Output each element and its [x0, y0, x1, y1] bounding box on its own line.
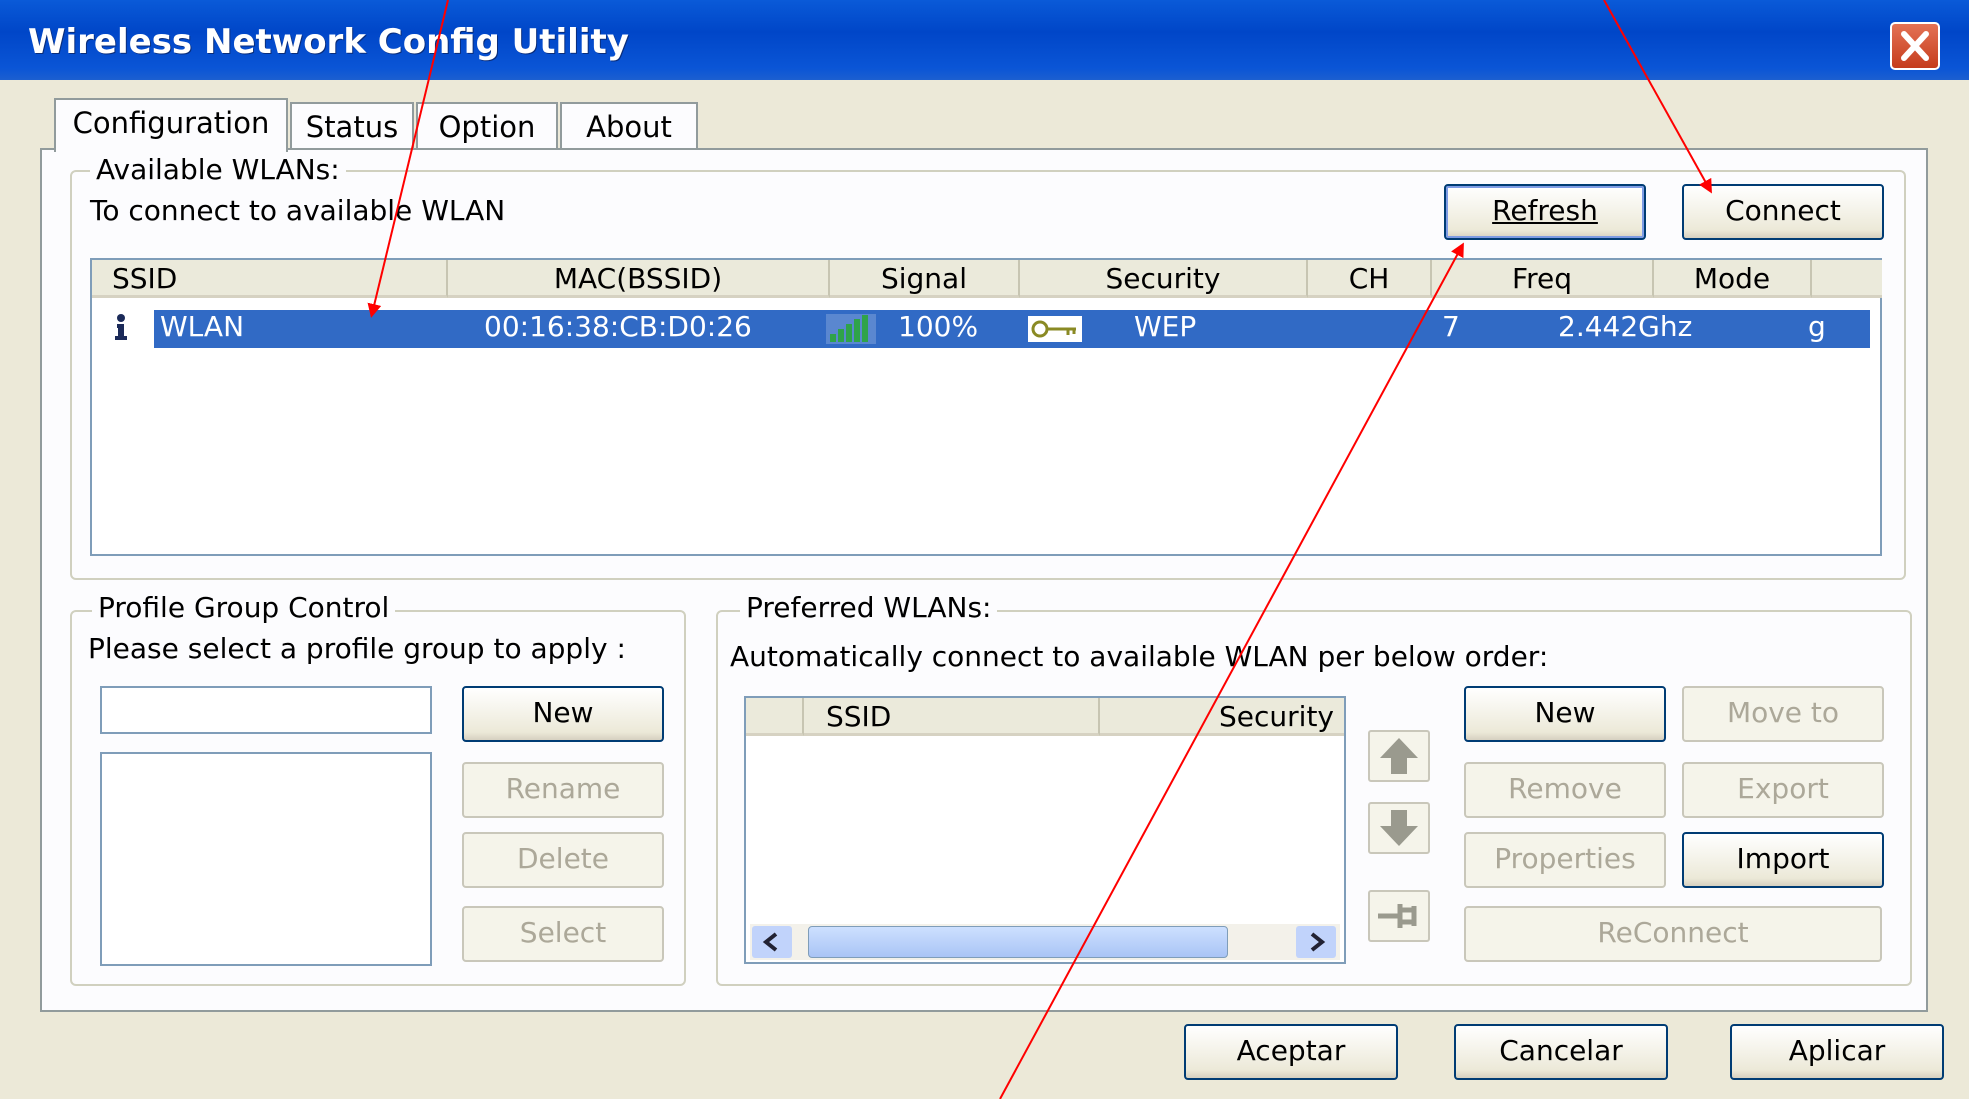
- annotation-overlay: [367, 0, 1712, 1099]
- tab-configuration[interactable]: Configuration: [54, 98, 288, 152]
- annotation-arrow-connect: [1603, 0, 1712, 194]
- annotation-arrow-wlan-row: [367, 0, 449, 318]
- annotation-arrow-refresh: [999, 242, 1464, 1099]
